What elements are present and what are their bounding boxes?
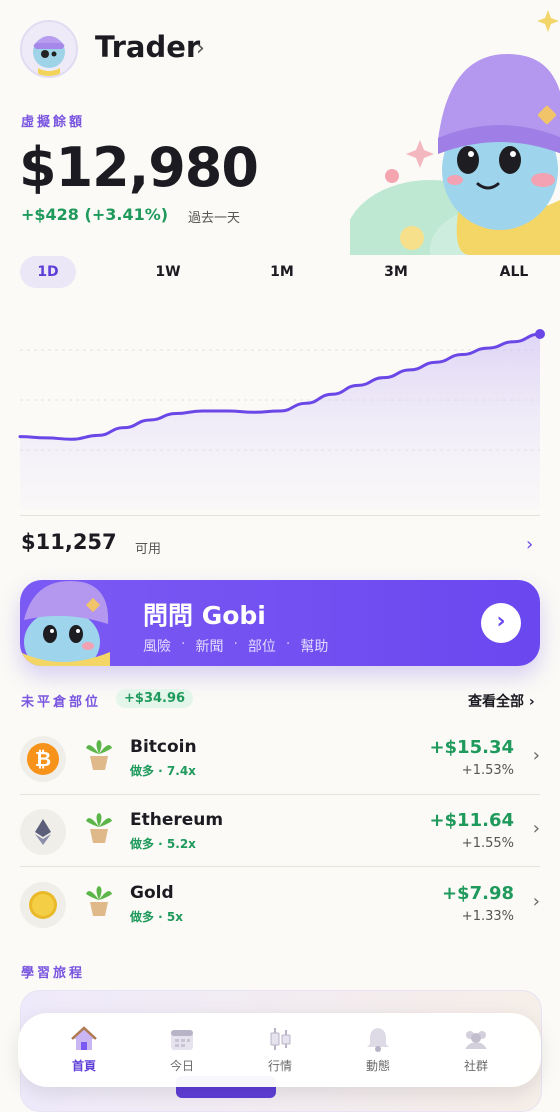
tab-1m[interactable]: 1M [254, 256, 310, 288]
bitcoin-icon: ₿ [20, 736, 66, 782]
plant-icon [86, 740, 112, 770]
nav-label: 首頁 [71, 1059, 96, 1073]
bottom-nav: 首頁 今日 行情 動態 社群 [18, 1013, 541, 1087]
ask-tag[interactable]: 新聞 [195, 636, 223, 656]
avatar-mascot-icon [33, 36, 65, 76]
position-pnl: +$15.34 [429, 737, 514, 758]
nav-market[interactable]: 行情 [250, 1025, 310, 1074]
positions-title: 未平倉部位 [21, 695, 102, 710]
gold-icon [20, 882, 66, 928]
ask-tag[interactable]: 風險 [143, 636, 171, 656]
profile-chevron-icon[interactable]: › [196, 36, 205, 61]
section-divider [20, 515, 540, 516]
ethereum-icon [20, 809, 66, 855]
ask-tag[interactable]: 部位 [248, 636, 276, 656]
position-row-ethereum[interactable]: Ethereum 做多 · 5.2x +$11.64 +1.55% › [20, 795, 540, 867]
chart-end-point [535, 329, 545, 339]
nav-community[interactable]: 社群 [446, 1025, 506, 1074]
nav-today[interactable]: 今日 [152, 1025, 212, 1074]
position-leverage: 做多 · 7.4x [130, 764, 196, 778]
tab-1d[interactable]: 1D [20, 256, 76, 288]
positions-total-badge: +$34.96 [116, 689, 194, 708]
position-pct: +1.53% [461, 763, 514, 778]
tab-3m[interactable]: 3M [368, 256, 424, 288]
bell-icon [367, 1028, 389, 1052]
nav-label: 社群 [463, 1059, 488, 1073]
ask-go-button[interactable]: › [481, 603, 521, 643]
avatar[interactable] [20, 20, 78, 78]
balance-period: 過去一天 [188, 211, 241, 226]
tag-separator: · [285, 636, 291, 652]
chart-area [20, 334, 540, 510]
balance-change: +$428 (+3.41%) [21, 205, 169, 224]
candlestick-icon [270, 1028, 291, 1050]
position-leverage: 做多 · 5.2x [130, 837, 196, 851]
tag-separator: · [181, 636, 186, 652]
ask-tags: 風險 · 新聞 · 部位 · 幫助 [143, 636, 328, 656]
view-all-link[interactable]: 查看全部 › [468, 691, 535, 711]
position-row-gold[interactable]: Gold 做多 · 5x +$7.98 +1.33% › [20, 868, 540, 940]
nav-label: 行情 [267, 1059, 292, 1073]
nav-label: 今日 [169, 1059, 194, 1073]
position-pct: +1.33% [461, 909, 514, 924]
nav-activity[interactable]: 動態 [348, 1025, 408, 1074]
chevron-right-icon: › [532, 745, 540, 766]
plant-icon [86, 813, 112, 843]
balance-value: $12,980 [19, 136, 259, 199]
plant-icon [86, 886, 112, 916]
tab-1w[interactable]: 1W [140, 256, 196, 288]
svg-text:₿: ₿ [35, 747, 51, 771]
ask-title: 問問 Gobi [143, 601, 266, 630]
available-label: 可用 [135, 542, 162, 557]
position-name: Bitcoin [130, 737, 197, 757]
position-leverage: 做多 · 5x [130, 910, 184, 924]
tag-separator: · [233, 636, 238, 652]
chevron-right-icon: › [532, 891, 540, 912]
position-name: Gold [130, 883, 174, 903]
available-chevron-icon[interactable]: › [526, 534, 533, 555]
available-value: $11,257 [21, 530, 117, 554]
home-icon [71, 1026, 97, 1050]
chevron-right-icon: › [532, 818, 540, 839]
ask-tag[interactable]: 幫助 [300, 636, 328, 656]
position-pnl: +$7.98 [441, 883, 514, 904]
community-icon [465, 1031, 487, 1049]
username[interactable]: Trader [95, 30, 200, 64]
nav-label: 動態 [365, 1059, 390, 1073]
mascot-illustration [350, 10, 560, 255]
balance-chart[interactable] [0, 300, 560, 510]
nav-home[interactable]: 首頁 [54, 1025, 114, 1074]
position-row-bitcoin[interactable]: ₿ Bitcoin 做多 · 7.4x +$15.34 +1.53% › [20, 722, 540, 794]
position-name: Ethereum [130, 810, 224, 830]
calendar-icon [171, 1030, 193, 1050]
journey-title: 學習旅程 [21, 966, 86, 981]
tab-all[interactable]: ALL [486, 256, 542, 288]
position-pnl: +$11.64 [429, 810, 514, 831]
balance-label: 虛擬餘額 [21, 115, 86, 130]
row-divider [20, 866, 540, 867]
gobi-mascot-icon [20, 581, 110, 666]
position-pct: +1.55% [461, 836, 514, 851]
